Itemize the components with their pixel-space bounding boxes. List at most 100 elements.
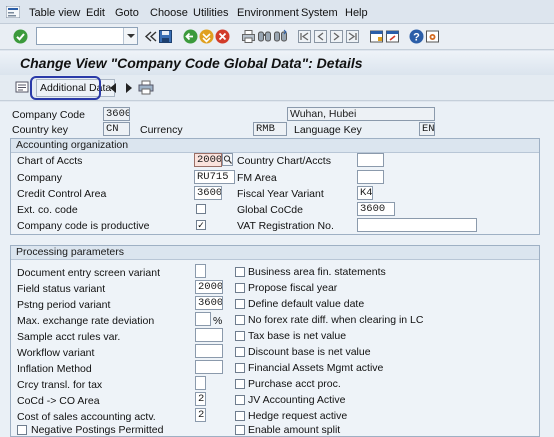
help-icon[interactable]: ?	[409, 29, 424, 44]
save-icon[interactable]	[158, 29, 173, 44]
vat-registration-label: VAT Registration No.	[237, 220, 334, 232]
city-field: Wuhan, Hubei	[287, 107, 435, 121]
group-title: Accounting organization	[11, 139, 539, 153]
svg-text:?: ?	[413, 32, 420, 44]
max-exchange-rate-label: Max. exchange rate deviation	[17, 315, 155, 327]
customize-layout-icon[interactable]	[425, 29, 440, 44]
fm-area-label: FM Area	[237, 172, 277, 184]
find-next-icon[interactable]	[273, 29, 288, 44]
amount-split-label: Enable amount split	[248, 424, 341, 436]
global-cocde-label: Global CoCde	[237, 204, 303, 216]
doc-entry-variant-field[interactable]	[195, 264, 206, 278]
fm-area-field[interactable]	[357, 170, 384, 184]
cost-of-sales-label: Cost of sales accounting actv.	[17, 411, 156, 423]
menu-help[interactable]: Help	[345, 7, 368, 19]
tax-base-net-label: Tax base is net value	[248, 330, 347, 342]
company-field[interactable]: RU715	[194, 170, 235, 184]
exit-icon[interactable]	[199, 29, 214, 44]
highlight-annotation	[30, 76, 101, 100]
tax-base-net-checkbox[interactable]	[235, 331, 245, 341]
purchase-acct-proc-checkbox[interactable]	[235, 379, 245, 389]
workflow-variant-label: Workflow variant	[17, 347, 95, 359]
print-view-icon[interactable]	[138, 80, 154, 95]
fiscal-year-variant-field[interactable]: K4	[357, 186, 373, 200]
chevron-down-icon[interactable]	[123, 28, 137, 44]
percent-unit: %	[213, 315, 223, 327]
menu-bar: Table view Edit Goto Choose Utilities En…	[0, 0, 554, 24]
first-page-icon[interactable]	[297, 29, 312, 44]
chart-of-accts-field[interactable]: 2000	[194, 153, 222, 167]
sample-acct-rules-label: Sample acct rules var.	[17, 331, 121, 343]
last-page-icon[interactable]	[345, 29, 360, 44]
previous-entry-icon[interactable]	[108, 82, 118, 94]
shortcut-icon[interactable]	[385, 29, 400, 44]
crcy-transl-tax-field[interactable]	[195, 376, 206, 390]
next-entry-icon[interactable]	[124, 82, 134, 94]
credit-control-area-field[interactable]: 3600	[194, 186, 222, 200]
sample-acct-rules-field[interactable]	[195, 328, 223, 342]
hedge-request-label: Hedge request active	[248, 410, 348, 422]
posting-period-variant-field[interactable]: 3600	[195, 296, 223, 310]
currency-field: RMB	[253, 122, 287, 136]
country-chart-field[interactable]	[357, 153, 384, 167]
cost-of-sales-field[interactable]: 2	[195, 408, 206, 422]
menu-table-view[interactable]: Table view	[29, 7, 80, 19]
inflation-method-field[interactable]	[195, 360, 223, 374]
productive-checkbox[interactable]: ✓	[196, 220, 206, 230]
discount-base-net-label: Discount base is net value	[248, 346, 371, 358]
cancel-icon[interactable]	[215, 29, 230, 44]
enter-icon[interactable]	[13, 29, 28, 44]
group-title: Processing parameters	[11, 246, 539, 260]
country-key-field: CN	[103, 122, 130, 136]
print-icon[interactable]	[241, 29, 256, 44]
financial-assets-mgmt-checkbox[interactable]	[235, 363, 245, 373]
propose-fiscal-year-checkbox[interactable]	[235, 283, 245, 293]
menu-utilities[interactable]: Utilities	[193, 7, 228, 19]
page-title: Change View "Company Code Global Data": …	[20, 55, 363, 71]
previous-page-icon[interactable]	[313, 29, 328, 44]
menu-system[interactable]: System	[301, 7, 338, 19]
negative-postings-checkbox[interactable]	[17, 425, 27, 435]
workflow-variant-field[interactable]	[195, 344, 223, 358]
jv-accounting-checkbox[interactable]	[235, 395, 245, 405]
find-icon[interactable]	[257, 29, 272, 44]
create-session-icon[interactable]	[369, 29, 384, 44]
main-content: Company Code 3600 Wuhan, Hubei Country k…	[0, 102, 554, 437]
command-field[interactable]	[36, 27, 138, 45]
menu-edit[interactable]: Edit	[86, 7, 105, 19]
back-arrows-icon[interactable]	[142, 29, 157, 44]
negative-postings-label: Negative Postings Permitted	[31, 424, 164, 436]
amount-split-checkbox[interactable]	[235, 425, 245, 435]
country-key-label: Country key	[12, 124, 69, 136]
productive-label: Company code is productive	[17, 220, 150, 232]
language-key-label: Language Key	[294, 124, 362, 136]
menu-environment[interactable]: Environment	[237, 7, 299, 19]
discount-base-net-checkbox[interactable]	[235, 347, 245, 357]
global-cocde-field[interactable]: 3600	[357, 202, 395, 216]
fiscal-year-variant-label: Fiscal Year Variant	[237, 188, 324, 200]
menu-goto[interactable]: Goto	[115, 7, 139, 19]
field-status-variant-label: Field status variant	[17, 283, 106, 295]
business-area-checkbox[interactable]	[235, 267, 245, 277]
next-page-icon[interactable]	[329, 29, 344, 44]
language-key-field: EN	[419, 122, 435, 136]
display-change-icon[interactable]	[15, 80, 29, 94]
hedge-request-checkbox[interactable]	[235, 411, 245, 421]
ext-co-code-checkbox[interactable]	[196, 204, 206, 214]
back-icon[interactable]	[183, 29, 198, 44]
company-code-field: 3600	[103, 107, 130, 121]
vat-registration-field[interactable]	[357, 218, 477, 232]
doc-entry-variant-label: Document entry screen variant	[17, 267, 160, 279]
system-toolbar: ?	[0, 24, 554, 50]
chart-of-accts-label: Chart of Accts	[17, 155, 83, 167]
search-help-button[interactable]	[222, 153, 233, 166]
inflation-method-label: Inflation Method	[17, 363, 92, 375]
cocd-co-area-field[interactable]: 2	[195, 392, 206, 406]
field-status-variant-field[interactable]: 2000	[195, 280, 223, 294]
sap-menu-icon[interactable]	[6, 6, 20, 18]
max-exchange-rate-field[interactable]	[195, 312, 211, 326]
no-forex-rate-diff-checkbox[interactable]	[235, 315, 245, 325]
posting-period-variant-label: Pstng period variant	[17, 299, 111, 311]
default-value-date-checkbox[interactable]	[235, 299, 245, 309]
menu-choose[interactable]: Choose	[150, 7, 188, 19]
